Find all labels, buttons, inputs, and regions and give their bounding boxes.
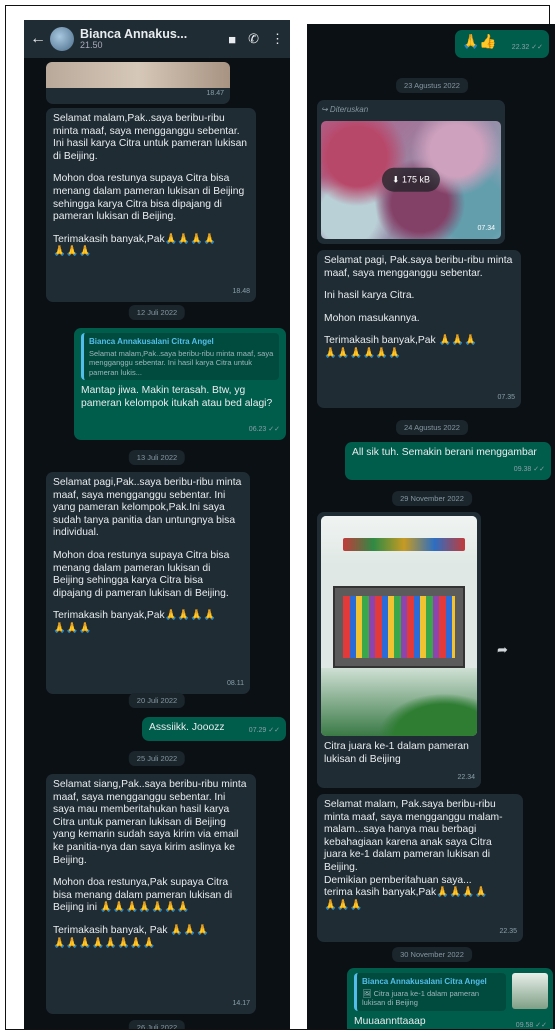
date-separator: 29 November 2022	[392, 491, 472, 506]
image-time: 07.34	[477, 225, 495, 232]
message-time: 06.23 ✓✓	[248, 426, 280, 434]
contact-info[interactable]: Bianca Annakus... 21.50	[80, 26, 216, 51]
message-time: 09.58 ✓✓	[515, 1022, 547, 1029]
award-image[interactable]	[321, 516, 477, 736]
image-caption: Citra juara ke-1 dalam pameran lukisan d…	[324, 741, 469, 765]
message-time: 09.38 ✓✓	[513, 466, 545, 474]
download-button[interactable]: ⬇ 175 kB	[381, 167, 441, 192]
share-icon[interactable]: ➦	[497, 642, 508, 658]
date-separator: 23 Agustus 2022	[396, 78, 468, 93]
message-text: Mantap jiwa. Makin terasah. Btw, yg pame…	[81, 385, 273, 409]
quoted-text: Selamat malam,Pak..saya beribu-ribu mint…	[89, 348, 274, 377]
message-time: 18.48	[232, 288, 250, 296]
outgoing-emoji-message[interactable]: 🙏👍 22.32 ✓✓	[455, 30, 549, 58]
quoted-message[interactable]: Bianca Annakusalani Citra Angel 🖼 Citra …	[354, 973, 506, 1011]
screenshot-frame: ← Bianca Annakus... 21.50 ■ ✆ ⋮ 18.47 Se…	[5, 5, 555, 1030]
message-text: Selamat malam,Pak..saya beribu-ribu mint…	[53, 113, 248, 162]
chat-column-left[interactable]: ← Bianca Annakus... 21.50 ■ ✆ ⋮ 18.47 Se…	[24, 20, 290, 1029]
leaf-decoration	[367, 686, 477, 736]
message-text: Ini hasil karya Citra.	[324, 290, 415, 302]
quoted-text: 🖼 Citra juara ke-1 dalam pameran lukisan…	[362, 988, 480, 1008]
message-text: Mohon doa restunya supaya Citra bisa men…	[53, 549, 230, 599]
painting-canvas	[343, 596, 455, 658]
message-text: Selamat pagi, Pak.saya beribu-ribu minta…	[324, 255, 513, 279]
voice-call-icon[interactable]: ✆	[248, 31, 259, 47]
image-message[interactable]: 18.47	[46, 62, 230, 104]
message-text: Terimakasih banyak, Pak 🙏🙏🙏 🙏🙏🙏🙏🙏🙏🙏🙏	[53, 924, 209, 949]
date-separator: 24 Agustus 2022	[396, 420, 468, 435]
message-time: 22.34	[457, 774, 475, 782]
message-text: Mohon doa restunya,Pak supaya Citra bisa…	[53, 877, 233, 914]
message-text: Terimakasih banyak,Pak🙏🙏🙏🙏 🙏🙏🙏	[53, 233, 216, 258]
message-text: Terimakasih banyak,Pak 🙏🙏🙏 🙏🙏🙏🙏🙏🙏	[324, 335, 477, 359]
message-time: 07.29 ✓✓	[248, 727, 280, 735]
date-separator: 20 Juli 2022	[128, 693, 186, 708]
chat-header: ← Bianca Annakus... 21.50 ■ ✆ ⋮	[24, 20, 290, 58]
incoming-message[interactable]: Selamat malam,Pak..saya beribu-ribu mint…	[46, 108, 256, 302]
incoming-message[interactable]: Selamat pagi, Pak.saya beribu-ribu minta…	[317, 250, 521, 408]
message-text: Selamat pagi,Pak..saya beribu-ribu minta…	[53, 477, 242, 539]
date-separator: 30 November 2022	[392, 947, 472, 962]
back-arrow-icon[interactable]: ←	[30, 30, 46, 48]
outgoing-message[interactable]: Asssiikk. Jooozz 07.29 ✓✓	[142, 717, 286, 741]
incoming-message[interactable]: Selamat siang,Pak..saya beribu-ribu mint…	[46, 774, 256, 1014]
image-banner	[343, 538, 465, 551]
outgoing-reply-message[interactable]: Bianca Annakusalani Citra Angel 🖼 Citra …	[347, 968, 553, 1029]
date-separator: 25 Juli 2022	[128, 751, 186, 766]
video-call-icon[interactable]: ■	[228, 32, 236, 47]
avatar[interactable]	[50, 27, 74, 51]
date-separator: 26 Juli 2022	[128, 1020, 186, 1029]
message-text: Selamat malam, Pak.saya beribu-ribu mint…	[324, 799, 503, 911]
message-text: All sik tuh. Semakin berani menggambar	[352, 447, 537, 458]
contact-name: Bianca Annakus...	[80, 26, 188, 41]
outgoing-message[interactable]: All sik tuh. Semakin berani menggambar 0…	[345, 442, 551, 480]
message-text: Asssiikk. Jooozz	[149, 722, 225, 733]
incoming-message[interactable]: Selamat pagi,Pak..saya beribu-ribu minta…	[46, 472, 250, 694]
image-preview[interactable]	[46, 62, 230, 88]
blurred-image-preview[interactable]: ⬇ 175 kB 07.34	[321, 120, 501, 239]
quoted-sender: Bianca Annakusalani Citra Angel	[89, 337, 214, 346]
last-seen-time: 21.50	[80, 39, 103, 50]
message-time: 22.32 ✓✓	[511, 44, 543, 52]
message-time: 07.35	[497, 394, 515, 402]
message-time: 08.11	[227, 680, 244, 688]
forwarded-label: ↪ Diteruskan	[321, 105, 369, 114]
quoted-image-thumbnail	[512, 973, 548, 1009]
message-time: 18.47	[206, 90, 224, 98]
message-text: Mohon doa restunya supaya Citra bisa men…	[53, 173, 245, 223]
quoted-sender: Bianca Annakusalani Citra Angel	[362, 977, 487, 986]
message-text: Terimakasih banyak,Pak🙏🙏🙏🙏 🙏🙏🙏	[53, 610, 216, 634]
menu-icon[interactable]: ⋮	[271, 31, 284, 47]
message-text: Mohon masukannya.	[324, 312, 420, 324]
image-with-caption-message[interactable]: Citra juara ke-1 dalam pameran lukisan d…	[317, 512, 481, 788]
painting-frame	[333, 586, 465, 668]
message-time: 14.17	[232, 1000, 250, 1008]
message-text: Selamat siang,Pak..saya beribu-ribu mint…	[53, 779, 247, 866]
chat-column-right[interactable]: 🙏👍 22.32 ✓✓ 23 Agustus 2022 ↪ Diteruskan…	[307, 24, 555, 1029]
message-time: 22.35	[499, 928, 517, 936]
image-lower-area	[321, 668, 477, 736]
incoming-message[interactable]: Selamat malam, Pak.saya beribu-ribu mint…	[317, 794, 523, 942]
date-separator: 12 Juli 2022	[128, 305, 186, 320]
date-separator: 13 Juli 2022	[128, 450, 186, 465]
forwarded-image-message[interactable]: ↪ Diteruskan ⬇ 175 kB 07.34	[317, 100, 505, 244]
quoted-message[interactable]: Bianca Annakusalani Citra Angel Selamat …	[81, 333, 279, 381]
message-text: 🙏👍	[462, 33, 497, 49]
outgoing-reply-message[interactable]: Bianca Annakusalani Citra Angel Selamat …	[74, 328, 286, 440]
